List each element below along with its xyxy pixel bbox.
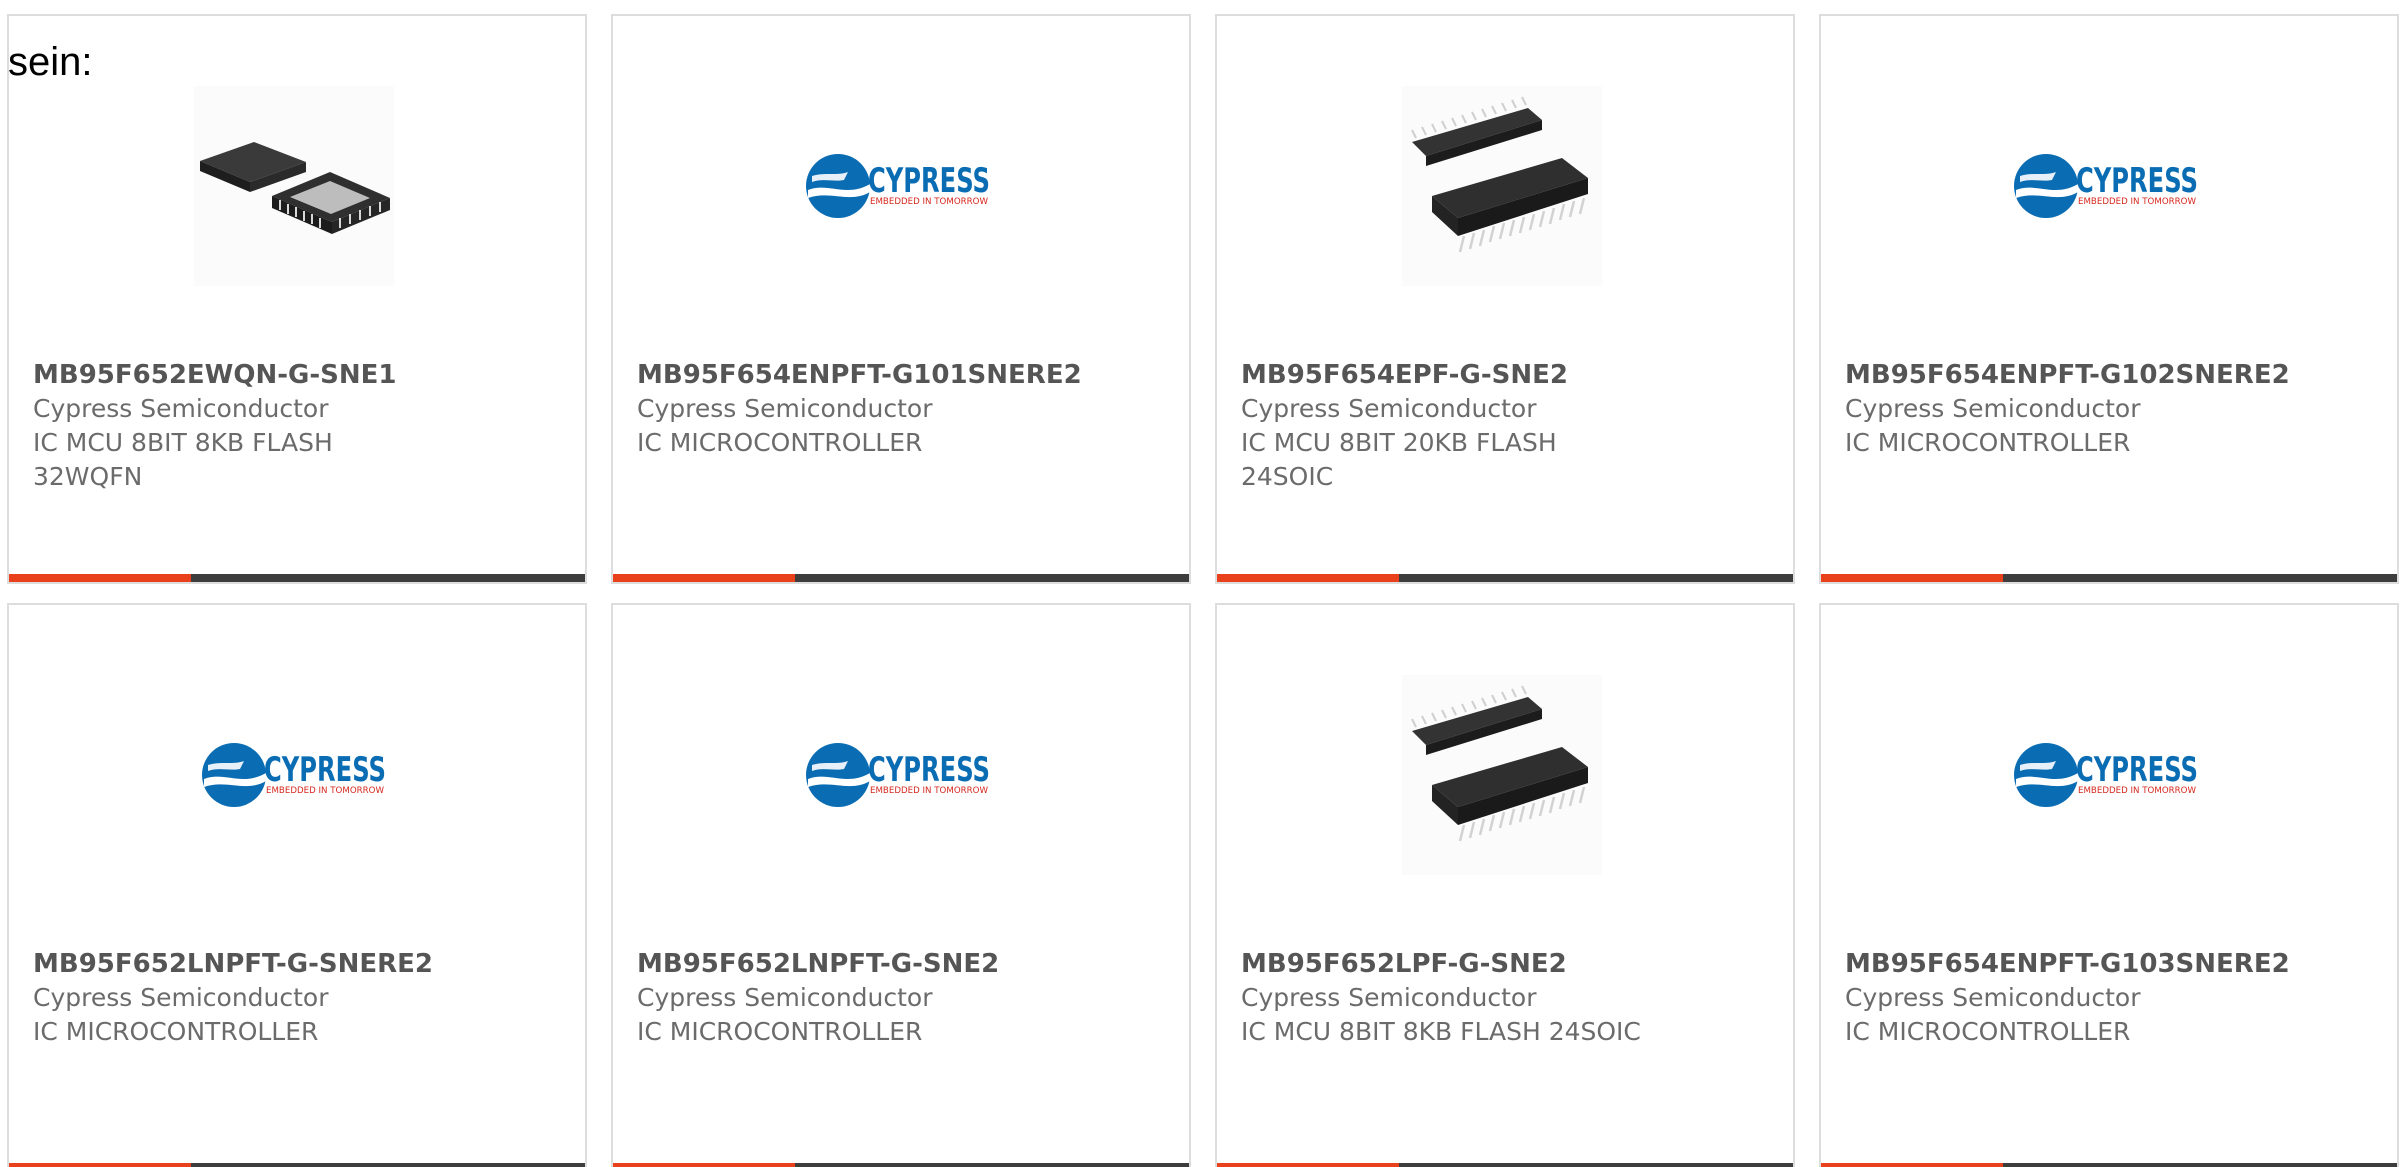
product-image-cypress-logo[interactable]: CYPRESS EMBEDDED IN TOMORROW [2006, 86, 2206, 286]
manufacturer-label: Cypress Semiconductor [1241, 983, 1537, 1012]
product-description: IC MCU 8BIT 20KB FLASH 24SOIC [1241, 428, 1557, 491]
product-description: IC MICROCONTROLLER [637, 428, 923, 457]
product-image-soic-chip[interactable] [1402, 86, 1602, 286]
logo-word: CYPRESS [264, 750, 386, 790]
product-card[interactable]: MB95F652EWQN-G-SNE1 Cypress Semiconducto… [7, 14, 587, 584]
product-image-cypress-logo[interactable]: CYPRESS EMBEDDED IN TOMORROW [2006, 675, 2206, 875]
card-bottom-bar [1821, 1163, 2397, 1167]
logo-tagline: EMBEDDED IN TOMORROW [870, 786, 988, 796]
part-number-link[interactable]: MB95F652LPF-G-SNE2 [1241, 947, 1771, 981]
product-info: MB95F654ENPFT-G101SNERE2 Cypress Semicon… [637, 358, 1167, 460]
logo-word: CYPRESS [868, 750, 990, 790]
manufacturer-label: Cypress Semiconductor [637, 983, 933, 1012]
manufacturer-label: Cypress Semiconductor [1845, 983, 2141, 1012]
manufacturer-label: Cypress Semiconductor [1845, 394, 2141, 423]
part-number-link[interactable]: MB95F652LNPFT-G-SNERE2 [33, 947, 563, 981]
card-bottom-bar [1217, 1163, 1793, 1167]
logo-word: CYPRESS [2076, 161, 2198, 201]
part-number-link[interactable]: MB95F652LNPFT-G-SNE2 [637, 947, 1167, 981]
card-accent-bar [9, 1163, 191, 1167]
manufacturer-label: Cypress Semiconductor [33, 394, 329, 423]
cypress-logo-icon: CYPRESS EMBEDDED IN TOMORROW [806, 743, 990, 807]
product-card[interactable]: MB95F652LPF-G-SNE2 Cypress Semiconductor… [1215, 603, 1795, 1167]
product-info: MB95F652LPF-G-SNE2 Cypress Semiconductor… [1241, 947, 1771, 1049]
card-accent-bar [9, 574, 191, 582]
part-number-link[interactable]: MB95F654ENPFT-G103SNERE2 [1845, 947, 2375, 981]
part-number-link[interactable]: MB95F654ENPFT-G102SNERE2 [1845, 358, 2375, 392]
product-info: MB95F654ENPFT-G103SNERE2 Cypress Semicon… [1845, 947, 2375, 1049]
manufacturer-label: Cypress Semiconductor [33, 983, 329, 1012]
logo-tagline: EMBEDDED IN TOMORROW [2078, 197, 2196, 207]
product-image-cypress-logo[interactable]: CYPRESS EMBEDDED IN TOMORROW [798, 675, 998, 875]
card-accent-bar [1217, 1163, 1399, 1167]
cypress-logo-icon: CYPRESS EMBEDDED IN TOMORROW [202, 743, 386, 807]
cypress-logo-icon: CYPRESS EMBEDDED IN TOMORROW [2014, 154, 2198, 218]
product-info: MB95F652EWQN-G-SNE1 Cypress Semiconducto… [33, 358, 563, 494]
product-card[interactable]: MB95F654EPF-G-SNE2 Cypress Semiconductor… [1215, 14, 1795, 584]
product-grid-page: sein: MB95F652EWQN-G-SNE1 Cypress Semico… [0, 0, 2400, 1167]
card-accent-bar [613, 574, 795, 582]
product-description: IC MCU 8BIT 8KB FLASH 24SOIC [1241, 1017, 1641, 1046]
cypress-logo-icon: CYPRESS EMBEDDED IN TOMORROW [806, 154, 990, 218]
cypress-logo-icon: CYPRESS EMBEDDED IN TOMORROW [2014, 743, 2198, 807]
qfn-chip-icon [200, 142, 390, 234]
product-description: IC MICROCONTROLLER [1845, 1017, 2131, 1046]
product-description: IC MICROCONTROLLER [1845, 428, 2131, 457]
part-number-link[interactable]: MB95F654ENPFT-G101SNERE2 [637, 358, 1167, 392]
manufacturer-label: Cypress Semiconductor [637, 394, 933, 423]
card-bottom-bar [1217, 574, 1793, 582]
product-image-qfn-chip[interactable] [194, 86, 394, 286]
card-accent-bar [1217, 574, 1399, 582]
product-image-cypress-logo[interactable]: CYPRESS EMBEDDED IN TOMORROW [798, 86, 998, 286]
part-number-link[interactable]: MB95F654EPF-G-SNE2 [1241, 358, 1771, 392]
card-accent-bar [613, 1163, 795, 1167]
product-description: IC MICROCONTROLLER [637, 1017, 923, 1046]
product-card[interactable]: CYPRESS EMBEDDED IN TOMORROW MB95F652LNP… [7, 603, 587, 1167]
part-number-link[interactable]: MB95F652EWQN-G-SNE1 [33, 358, 563, 392]
card-bottom-bar [613, 1163, 1189, 1167]
product-description: IC MICROCONTROLLER [33, 1017, 319, 1046]
product-info: MB95F654EPF-G-SNE2 Cypress Semiconductor… [1241, 358, 1771, 494]
logo-word: CYPRESS [868, 161, 990, 201]
product-image-cypress-logo[interactable]: CYPRESS EMBEDDED IN TOMORROW [194, 675, 394, 875]
card-accent-bar [1821, 1163, 2003, 1167]
product-card[interactable]: CYPRESS EMBEDDED IN TOMORROW MB95F654ENP… [1819, 14, 2399, 584]
product-info: MB95F652LNPFT-G-SNERE2 Cypress Semicondu… [33, 947, 563, 1049]
card-accent-bar [1821, 574, 2003, 582]
logo-tagline: EMBEDDED IN TOMORROW [266, 786, 384, 796]
product-card[interactable]: CYPRESS EMBEDDED IN TOMORROW MB95F654ENP… [611, 14, 1191, 584]
logo-tagline: EMBEDDED IN TOMORROW [2078, 786, 2196, 796]
card-bottom-bar [9, 1163, 585, 1167]
product-card[interactable]: CYPRESS EMBEDDED IN TOMORROW MB95F652LNP… [611, 603, 1191, 1167]
product-info: MB95F654ENPFT-G102SNERE2 Cypress Semicon… [1845, 358, 2375, 460]
soic-chip-icon [1411, 685, 1588, 842]
logo-word: CYPRESS [2076, 750, 2198, 790]
card-bottom-bar [1821, 574, 2397, 582]
card-bottom-bar [9, 574, 585, 582]
intro-text: sein: [8, 40, 93, 84]
manufacturer-label: Cypress Semiconductor [1241, 394, 1537, 423]
card-bottom-bar [613, 574, 1189, 582]
product-info: MB95F652LNPFT-G-SNE2 Cypress Semiconduct… [637, 947, 1167, 1049]
soic-chip-icon [1411, 96, 1588, 253]
logo-tagline: EMBEDDED IN TOMORROW [870, 197, 988, 207]
product-image-soic-chip[interactable] [1402, 675, 1602, 875]
product-card[interactable]: CYPRESS EMBEDDED IN TOMORROW MB95F654ENP… [1819, 603, 2399, 1167]
product-description: IC MCU 8BIT 8KB FLASH 32WQFN [33, 428, 333, 491]
